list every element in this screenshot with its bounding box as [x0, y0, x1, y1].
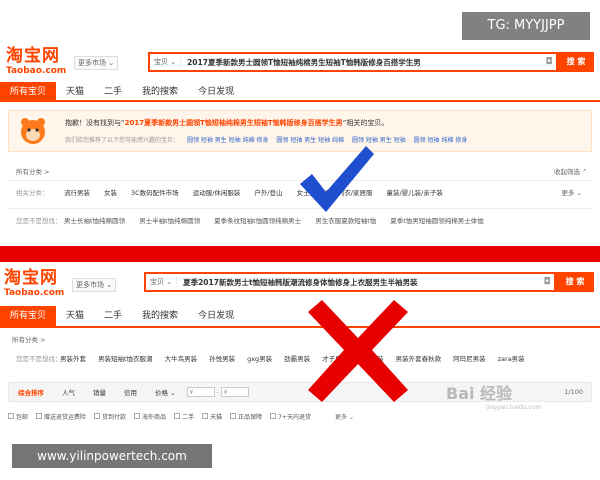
category-row-label: 相关分类： [16, 188, 49, 197]
search-scope-dropdown[interactable]: 宝贝 ⌄ [146, 277, 178, 287]
sort-comprehensive[interactable]: 综合排序 [9, 387, 53, 397]
sort-popularity[interactable]: 人气 [53, 387, 84, 397]
site-url-badge: www.yilinpowertech.com [12, 444, 212, 468]
checkbox-box[interactable] [94, 413, 101, 419]
service-more-button[interactable]: 更多 ⌄ [335, 412, 354, 421]
tab-today-discover[interactable]: 今日发现 [188, 306, 244, 326]
checkbox-box[interactable] [202, 413, 209, 419]
checkbox-free-shipping[interactable]: 包邮 [8, 412, 28, 421]
category-option[interactable]: 3C数码配件市场 [131, 187, 179, 197]
price-range-dash: - [216, 388, 219, 396]
tab-tmall[interactable]: 天猫 [56, 306, 94, 326]
logo-text-cn: 淘宝网 [6, 46, 60, 66]
red-divider [0, 246, 600, 262]
suggest-option[interactable]: zara男装 [498, 353, 525, 363]
check-mark-icon [300, 146, 374, 212]
logo-text-en: Taobao.com [4, 288, 65, 298]
tab-second-hand[interactable]: 二手 [94, 82, 132, 100]
fold-filter-toggle[interactable]: 收起筛选 ⌃ [554, 166, 588, 176]
suggest-option[interactable]: 孙悦男装 [209, 353, 235, 363]
category-option[interactable]: 户外/登山 [254, 187, 282, 197]
suggest-option[interactable]: 阿玛尼男装 [453, 353, 486, 363]
nav-tabs: 所有宝贝 天猫 二手 我的搜索 今日发现 [0, 82, 600, 102]
checkbox-genuine[interactable]: 正品保障 [230, 412, 262, 421]
checkbox-7day-return[interactable]: 7+天内退货 [270, 412, 311, 421]
category-option[interactable]: 女装 [104, 187, 117, 197]
camera-icon[interactable]: ◘ [540, 277, 554, 287]
tab-today-discover[interactable]: 今日发现 [188, 82, 244, 100]
search-input[interactable]: 夏季2017新款男士t恤短袖韩版潮流修身体恤修身上衣服男生半袖男装 [177, 277, 540, 288]
category-option[interactable]: 童装/婴儿装/亲子装 [386, 187, 442, 197]
category-more-button[interactable]: 更多 ⌄ [561, 187, 582, 197]
checkbox-return-insurance[interactable]: 赠送退货运费险 [36, 412, 86, 421]
more-market-dropdown[interactable]: 更多市场 ⌄ [74, 56, 119, 70]
taobao-logo[interactable]: 淘宝网 Taobao.com [4, 270, 64, 298]
sort-price[interactable]: 价格 ⌄ [146, 387, 185, 397]
category-option[interactable]: 运动服/休闲服装 [193, 187, 241, 197]
suggest-row-label: 您是不是想找： [16, 355, 62, 363]
taobao-mascot-icon [21, 118, 45, 144]
taobao-logo[interactable]: 淘宝网 Taobao.com [6, 48, 66, 76]
checkbox-box[interactable] [270, 413, 277, 419]
baidu-jingyan-url: jingyan.baidu.com [486, 404, 542, 411]
checkbox-box[interactable] [134, 413, 141, 419]
sort-sales[interactable]: 销量 [84, 387, 115, 397]
page-indicator: 1/100 [564, 388, 583, 396]
related-option[interactable]: 夏季条纹短袖t恤圆领纯棉男士 [214, 215, 301, 225]
all-categories-link[interactable]: 所有分类 > [16, 166, 50, 176]
tab-all-items[interactable]: 所有宝贝 [0, 82, 57, 100]
search-box[interactable]: 宝贝 ⌄ 2017夏季新款男士圆领T恤短袖纯棉男生短袖T恤韩版修身百搭学生男 ◘ [148, 52, 558, 72]
search-input[interactable]: 2017夏季新款男士圆领T恤短袖纯棉男生短袖T恤韩版修身百搭学生男 [181, 57, 542, 68]
suggest-search-row: 您是不是想找： 男装外套 男装短袖t恤衣服潮 大牛鸟男装 孙悦男装 gxg男装 … [8, 348, 592, 368]
related-option[interactable]: 夏季t恤男短袖圆领纯棉男士体恤 [390, 215, 484, 225]
no-results-message: 抱歉！没有找到与“2017夏季新款男士圆领T恤短袖纯棉男生短袖T恤韩版修身百搭学… [65, 119, 389, 127]
all-categories-link[interactable]: 所有分类 > [12, 334, 46, 344]
tab-my-search[interactable]: 我的搜索 [132, 306, 188, 326]
suggestion-hint: 我们给您推荐了以下您可能感兴趣的宝贝： [65, 137, 180, 144]
camera-icon[interactable]: ◘ [542, 57, 556, 67]
no-results-query: 2017夏季新款男士圆领T恤短袖纯棉男生短袖T恤韩版修身百搭学生男 [124, 119, 343, 127]
search-scope-dropdown[interactable]: 宝贝 ⌄ [150, 57, 182, 67]
cross-mark-icon [308, 300, 408, 402]
related-row-label: 您是不是想找： [16, 216, 62, 225]
related-option[interactable]: 男士长袖t恤纯棉圆领 [64, 215, 125, 225]
suggestion-line: 我们给您推荐了以下您可能感兴趣的宝贝： 圆领 短袖 男生 短袖 纯棉 修身 圆领… [65, 135, 467, 144]
suggestion-link[interactable]: 圆领 短袖 男生 短袖 纯棉 修身 [187, 137, 269, 144]
tab-tmall[interactable]: 天猫 [56, 82, 94, 100]
checkbox-box[interactable] [8, 413, 14, 419]
search-button[interactable]: 搜 索 [556, 272, 594, 292]
related-option[interactable]: 男士半袖t恤纯棉圆领 [139, 215, 200, 225]
price-max-input[interactable]: ¥ [220, 387, 249, 397]
tab-my-search[interactable]: 我的搜索 [132, 82, 188, 100]
suggest-option[interactable]: 男装外套 [60, 353, 86, 363]
checkbox-box[interactable] [36, 413, 43, 419]
price-min-input[interactable]: ¥ [186, 387, 215, 397]
sort-credit[interactable]: 信用 [115, 387, 146, 397]
baidu-jingyan-watermark: Bai 经验 [446, 384, 513, 403]
checkbox-overseas[interactable]: 海外商品 [134, 412, 166, 421]
logo-text-en: Taobao.com [6, 66, 67, 76]
nav-tabs: 所有宝贝 天猫 二手 我的搜索 今日发现 [0, 306, 600, 328]
checkbox-box[interactable] [230, 413, 237, 419]
suggest-option[interactable]: 大牛鸟男装 [165, 353, 198, 363]
suggestion-link[interactable]: 圆领 短袖 纯棉 修身 [414, 137, 468, 144]
checkbox-second-hand[interactable]: 二手 [174, 412, 194, 421]
category-option[interactable]: 流行男装 [64, 187, 90, 197]
tg-watermark-badge: TG: MYYJJPP [462, 12, 590, 40]
tab-second-hand[interactable]: 二手 [94, 306, 132, 326]
checkbox-box[interactable] [174, 413, 181, 419]
search-button[interactable]: 搜 索 [558, 52, 594, 72]
more-market-dropdown[interactable]: 更多市场 ⌄ [72, 278, 117, 292]
suggest-option[interactable]: 男装短袖t恤衣服潮 [98, 353, 153, 363]
suggest-option[interactable]: gxg男装 [247, 353, 272, 363]
search-box[interactable]: 宝贝 ⌄ 夏季2017新款男士t恤短袖韩版潮流修身体恤修身上衣服男生半袖男装 ◘ [144, 272, 556, 292]
tab-all-items[interactable]: 所有宝贝 [0, 306, 57, 326]
checkbox-cod[interactable]: 货到付款 [94, 412, 126, 421]
logo-text-cn: 淘宝网 [4, 268, 58, 288]
checkbox-tmall[interactable]: 天猫 [202, 412, 222, 421]
